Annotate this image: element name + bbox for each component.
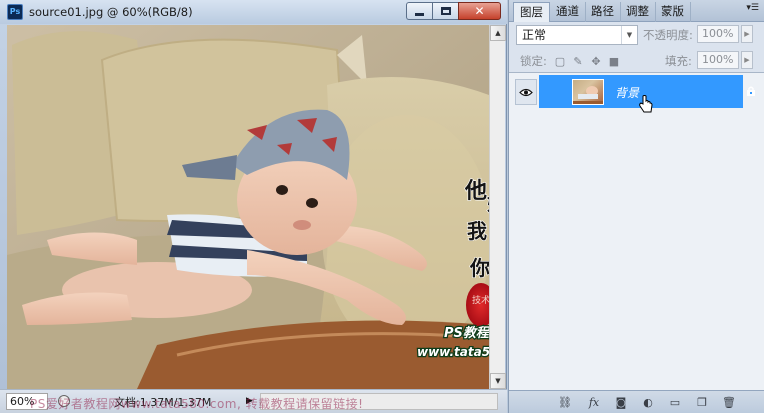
maximize-icon <box>440 7 451 15</box>
watermark-char-5: 你 <box>469 256 489 280</box>
document-window: Ps source01.jpg @ 60%(RGB/8) ✕ 他 我 你 技术 … <box>0 0 507 413</box>
panel-tabs: 图层 通道 路径 调整 蒙版 ▾☰ <box>509 0 764 22</box>
image-canvas[interactable]: 他 她 我 帮 你 技术 PS教程网 www.tata580.com <box>7 25 489 389</box>
watermark-char-3: 我 <box>467 219 487 243</box>
seal-stamp-text: 技术 <box>472 294 489 306</box>
scroll-up-icon[interactable]: ▲ <box>490 25 506 41</box>
tab-paths[interactable]: 路径 <box>585 2 621 22</box>
site-watermark-notice: PS爱好者教程网www.tata580.com, 转载教程请保留链接! <box>30 397 364 411</box>
layer-thumbnail <box>572 79 604 105</box>
scrollbar-track[interactable] <box>490 41 505 373</box>
group-icon[interactable]: ▭ <box>667 395 683 410</box>
fill-slider-arrow-icon[interactable]: ▶ <box>741 51 753 69</box>
adjustment-icon[interactable]: ◐ <box>640 395 656 410</box>
layers-list: 背景 <box>509 72 764 390</box>
opacity-field[interactable]: 100% <box>697 25 739 43</box>
document-title: source01.jpg @ 60%(RGB/8) <box>29 5 193 19</box>
layer-row[interactable]: 背景 <box>509 75 764 113</box>
watermark-site-url: www.tata580.com <box>417 345 489 359</box>
vertical-scrollbar[interactable]: ▲ ▼ <box>489 25 506 389</box>
close-button[interactable]: ✕ <box>458 2 501 20</box>
tab-masks[interactable]: 蒙版 <box>655 2 691 22</box>
lock-all-icon[interactable]: ■ <box>608 56 620 68</box>
tab-layers[interactable]: 图层 <box>513 2 550 22</box>
minimize-icon <box>415 12 424 16</box>
chevron-down-icon: ▼ <box>621 26 637 44</box>
tab-adjustments[interactable]: 调整 <box>620 2 656 22</box>
watermark-char-1: 他 <box>464 178 487 204</box>
photoshop-workspace: Ps source01.jpg @ 60%(RGB/8) ✕ 他 我 你 技术 … <box>0 0 764 413</box>
opacity-label: 不透明度: <box>643 28 693 42</box>
photoshop-app-icon: Ps <box>7 4 23 20</box>
fx-icon[interactable]: fx <box>586 395 602 410</box>
mask-icon[interactable]: ◙ <box>613 395 629 410</box>
tab-channels[interactable]: 通道 <box>550 2 586 22</box>
blend-mode-select[interactable]: 正常 ▼ <box>516 25 638 45</box>
eye-icon <box>519 88 533 96</box>
link-icon[interactable]: ⛓ <box>557 395 573 410</box>
layer-name[interactable]: 背景 <box>615 84 639 101</box>
layer-lock-icon <box>747 86 755 96</box>
opacity-slider-arrow-icon[interactable]: ▶ <box>741 25 753 43</box>
baby-photo: 他 她 我 帮 你 技术 PS教程网 www.tata580.com <box>7 25 489 389</box>
lock-options-row: 锁定: 填充: 100% ▶ <box>509 48 764 72</box>
blend-options-row: 正常 ▼ 不透明度: 100% ▶ <box>509 22 764 48</box>
fill-label: 填充: <box>665 54 692 68</box>
lock-pixels-brush-icon[interactable]: ✎ <box>572 56 584 68</box>
blend-mode-value: 正常 <box>522 28 547 42</box>
new-layer-icon[interactable]: ❐ <box>694 395 710 410</box>
layers-panel: 图层 通道 路径 调整 蒙版 ▾☰ 正常 ▼ 不透明度: 100% ▶ 锁定: … <box>508 0 764 413</box>
lock-transparency-icon[interactable]: ▢ <box>554 56 566 68</box>
trash-icon[interactable]: 🗑 <box>721 395 737 410</box>
window-controls: ✕ <box>406 2 501 20</box>
lock-position-move-icon[interactable]: ✥ <box>590 56 602 68</box>
layers-panel-footer: ⛓ fx ◙ ◐ ▭ ❐ 🗑 <box>509 390 764 413</box>
scroll-down-icon[interactable]: ▼ <box>490 373 506 389</box>
lock-label: 锁定: <box>520 54 547 68</box>
document-titlebar[interactable]: Ps source01.jpg @ 60%(RGB/8) ✕ <box>0 0 507 24</box>
minimize-button[interactable] <box>406 2 432 20</box>
visibility-toggle[interactable] <box>515 79 537 105</box>
watermark-site-name: PS教程网 <box>444 325 489 341</box>
panel-menu-icon[interactable]: ▾☰ <box>746 3 759 13</box>
hand-cursor-icon <box>639 95 653 113</box>
maximize-button[interactable] <box>432 2 458 20</box>
fill-field[interactable]: 100% <box>697 51 739 69</box>
